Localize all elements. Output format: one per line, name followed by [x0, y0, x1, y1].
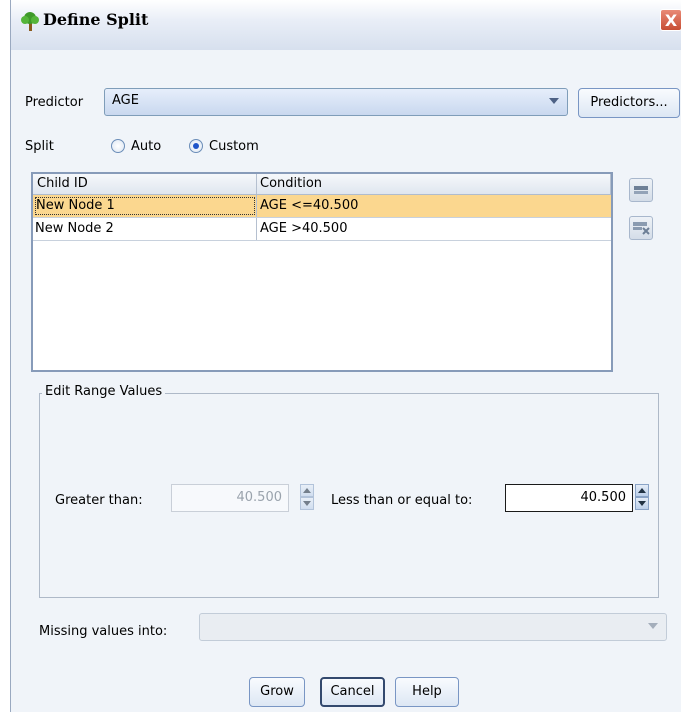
- spin-up-icon: [300, 484, 314, 497]
- remove-row-button[interactable]: [629, 216, 653, 240]
- column-separator: [256, 174, 257, 194]
- missing-values-dropdown[interactable]: [199, 613, 667, 641]
- spin-up-icon[interactable]: [635, 484, 649, 497]
- condition-cell: AGE <=40.500: [260, 198, 359, 213]
- remove-row-icon: [633, 222, 650, 235]
- predictor-dropdown[interactable]: AGE: [104, 88, 568, 116]
- window-title: Define Split: [43, 10, 149, 29]
- lte-field[interactable]: 40.500: [505, 484, 633, 512]
- child-id-cell: New Node 2: [35, 221, 114, 236]
- dropdown-arrow-icon: [549, 98, 559, 104]
- edit-range-label: Edit Range Values: [42, 384, 166, 399]
- column-header-child-id[interactable]: Child ID: [37, 176, 88, 191]
- greater-than-spinner: [300, 484, 314, 512]
- predictor-label: Predictor: [25, 95, 84, 110]
- close-button[interactable]: X: [660, 9, 681, 31]
- greater-than-value: 40.500: [236, 490, 283, 505]
- dialog-body: Predictor AGE Predictors... Split Auto C…: [11, 50, 681, 712]
- split-custom-radio[interactable]: [189, 139, 203, 153]
- column-separator: [610, 174, 611, 194]
- split-table: Child ID Condition New Node 1 AGE <=40.5…: [31, 172, 613, 372]
- add-row-icon: [634, 186, 648, 194]
- greater-than-label: Greater than:: [55, 493, 143, 508]
- spin-down-icon: [300, 497, 314, 510]
- split-auto-label: Auto: [131, 139, 162, 154]
- greater-than-field: 40.500: [171, 484, 289, 512]
- column-header-condition[interactable]: Condition: [260, 176, 322, 191]
- lte-label: Less than or equal to:: [331, 493, 473, 508]
- help-button[interactable]: Help: [395, 677, 459, 707]
- split-custom-label: Custom: [209, 139, 259, 154]
- child-id-cell: New Node 1: [35, 197, 255, 215]
- cancel-button[interactable]: Cancel: [320, 677, 385, 707]
- condition-cell: AGE >40.500: [260, 221, 348, 236]
- title-bar: Define Split X: [11, 0, 681, 51]
- predictors-button[interactable]: Predictors...: [578, 88, 680, 118]
- missing-values-label: Missing values into:: [39, 624, 168, 639]
- grow-button[interactable]: Grow: [249, 677, 305, 707]
- split-label: Split: [25, 139, 54, 154]
- table-header: Child ID Condition: [33, 174, 611, 195]
- dropdown-arrow-icon: [648, 623, 658, 629]
- column-separator: [256, 195, 257, 217]
- lte-value: 40.500: [580, 490, 627, 505]
- lte-spinner[interactable]: [635, 484, 649, 512]
- define-split-dialog: Define Split X Predictor AGE Predictors.…: [10, 0, 681, 712]
- table-row[interactable]: New Node 1 AGE <=40.500: [33, 195, 611, 218]
- tree-app-icon: [21, 12, 39, 31]
- add-row-button[interactable]: [629, 178, 653, 202]
- spin-down-icon[interactable]: [635, 497, 649, 510]
- predictor-value: AGE: [112, 93, 139, 108]
- table-row[interactable]: New Node 2 AGE >40.500: [33, 218, 611, 241]
- column-separator: [256, 218, 257, 240]
- split-auto-radio[interactable]: [111, 139, 125, 153]
- close-icon: X: [664, 11, 678, 30]
